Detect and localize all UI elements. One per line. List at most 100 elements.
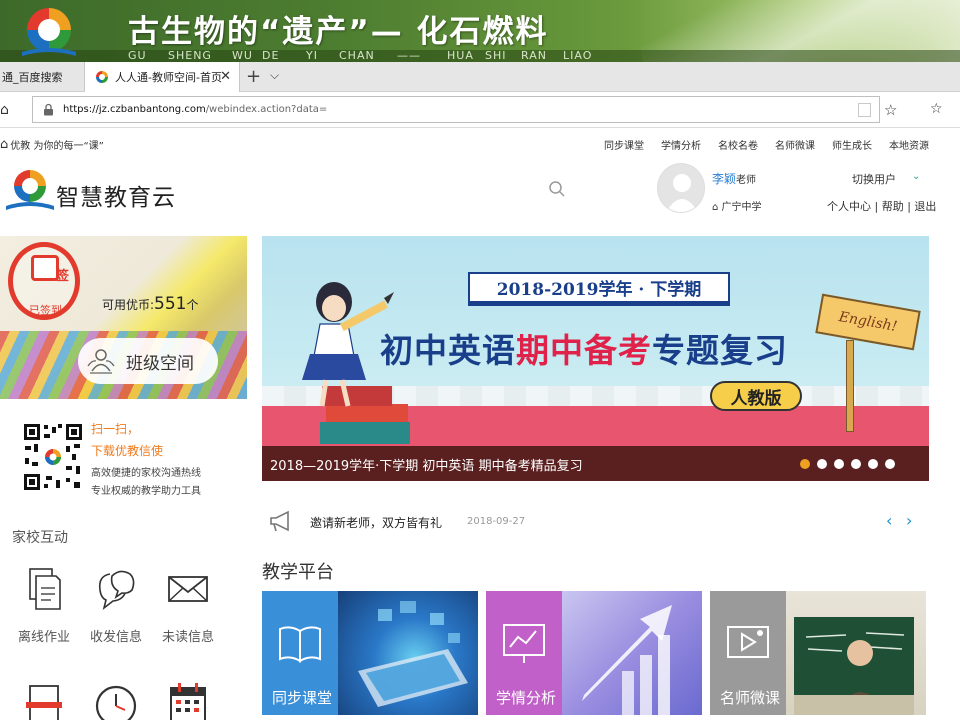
slogan: ⌂ 优教 为你的每一“课” bbox=[0, 137, 104, 152]
carousel-dot[interactable] bbox=[885, 459, 895, 469]
banner-edition: 人教版 bbox=[710, 381, 802, 411]
carousel-caption-bar: 2018—2019学年·下学期 初中英语 期中备考精品复习 bbox=[262, 446, 929, 481]
nav-link-learning-analysis[interactable]: 学情分析 bbox=[661, 137, 701, 152]
browser-tab-active[interactable]: 人人通-教师空间-首页 ✕ bbox=[85, 62, 240, 92]
user-name[interactable]: 李颖老师 bbox=[712, 170, 756, 187]
site-brand-name: 智慧教育云 bbox=[56, 185, 176, 211]
top-nav-links: 同步课堂 学情分析 名校名卷 名师微课 师生成长 本地资源 bbox=[604, 137, 946, 152]
qr-code-icon bbox=[22, 422, 84, 492]
signin-status: 已签到 bbox=[29, 304, 62, 317]
home-icon[interactable]: ⌂ bbox=[0, 102, 9, 118]
favorite-star-icon[interactable]: ☆ bbox=[884, 101, 897, 119]
url-field[interactable]: https://jz.czbanbantong.com/webindex.act… bbox=[32, 96, 880, 123]
video-player-icon bbox=[727, 626, 769, 658]
chevron-down-icon[interactable]: ⌄ bbox=[912, 171, 920, 182]
notice-date: 2018-09-27 bbox=[467, 516, 526, 527]
teacher-photo-icon bbox=[794, 617, 914, 715]
address-bar: ⌂ https://jz.czbanbantong.com/webindex.a… bbox=[0, 92, 960, 128]
chat-bubbles-icon bbox=[98, 570, 135, 611]
card-label: 学情分析 bbox=[496, 689, 557, 707]
tab-menu-chevron-icon[interactable]: ⌵ bbox=[270, 68, 279, 83]
qr-title-scan: 扫一扫， bbox=[91, 422, 140, 436]
signin-badge[interactable]: 签 已签到 bbox=[8, 242, 80, 320]
user-links[interactable]: 个人中心 | 帮助 | 退出 bbox=[827, 198, 936, 214]
calendar-icon bbox=[170, 683, 206, 720]
qr-description: 高效便捷的家校沟通热线 bbox=[91, 468, 201, 479]
notice-bar: 邀请新老师，双方皆有礼 2018-09-27 ‹ › bbox=[262, 502, 929, 542]
app-item-calendar[interactable] bbox=[152, 680, 224, 720]
platform-card-sync-class[interactable]: 同步课堂 bbox=[262, 591, 478, 715]
calendar-icon: 签 bbox=[31, 255, 69, 284]
search-icon[interactable] bbox=[548, 180, 566, 198]
class-group-icon bbox=[87, 349, 115, 374]
qr-description: 专业权威的教学助力工具 bbox=[91, 486, 201, 497]
app-item-clipboard[interactable] bbox=[8, 680, 80, 720]
coins-balance: 可用优币:551个 bbox=[102, 294, 199, 314]
home-icon[interactable]: ⌂ bbox=[0, 137, 8, 152]
carousel-caption: 2018—2019学年·下学期 初中英语 期中备考精品复习 bbox=[270, 459, 583, 474]
user-silhouette-icon bbox=[666, 174, 698, 212]
clipboard-icon bbox=[26, 685, 62, 720]
open-book-icon bbox=[279, 626, 321, 663]
app-offline-homework[interactable]: 离线作业 bbox=[8, 566, 80, 645]
nav-link-famous-papers[interactable]: 名校名卷 bbox=[718, 137, 758, 152]
app-unread-messages[interactable]: 未读信息 bbox=[152, 566, 224, 645]
user-school: ⌂ 广宁中学 bbox=[712, 202, 762, 213]
site-favicon-icon bbox=[96, 71, 108, 83]
section-title-teaching-platform: 教学平台 bbox=[262, 562, 334, 583]
browser-tab-baidu[interactable]: 通_百度搜索 bbox=[0, 62, 85, 92]
carousel-dot[interactable] bbox=[817, 459, 827, 469]
site-top-nav: ⌂ 优教 为你的每一“课” 同步课堂 学情分析 名校名卷 名师微课 师生成长 本… bbox=[0, 131, 960, 157]
site-logo-icon[interactable] bbox=[4, 166, 56, 212]
new-tab-button[interactable]: + bbox=[246, 66, 261, 87]
notice-next-button[interactable]: › bbox=[906, 511, 912, 530]
nav-link-growth[interactable]: 师生成长 bbox=[832, 137, 872, 152]
favorites-list-icon[interactable]: ☆ bbox=[930, 101, 943, 117]
platform-card-learning-analysis[interactable]: 学情分析 bbox=[486, 591, 702, 715]
house-icon: ⌂ bbox=[712, 202, 719, 213]
document-icon bbox=[29, 568, 61, 610]
nav-link-local-resources[interactable]: 本地资源 bbox=[889, 137, 929, 152]
presentation-board-icon bbox=[503, 624, 545, 663]
nav-link-sync-class[interactable]: 同步课堂 bbox=[604, 137, 644, 152]
slide-banner: 古生物的“遗产”— 化石燃料 GU SHENG WU DE YI CHAN ——… bbox=[0, 0, 960, 62]
reading-view-icon[interactable] bbox=[858, 103, 871, 117]
slide-logo-icon bbox=[22, 8, 76, 56]
qr-title-download[interactable]: 下载优教信使 bbox=[91, 442, 163, 459]
envelope-icon bbox=[168, 576, 208, 602]
megaphone-icon bbox=[270, 510, 289, 532]
carousel-dot[interactable] bbox=[800, 459, 810, 469]
card-label: 同步课堂 bbox=[272, 689, 333, 707]
slide-pinyin: GU SHENG WU DE YI CHAN —— HUA SHI RAN LI… bbox=[128, 49, 593, 62]
site-header: 智慧教育云 李颖老师 ⌂ 广宁中学 切换用户 ⌄ 个人中心 | 帮助 | 退出 bbox=[0, 158, 960, 230]
tablet-illustration-icon bbox=[358, 601, 468, 707]
avatar[interactable] bbox=[657, 163, 705, 213]
notice-prev-button[interactable]: ‹ bbox=[886, 511, 892, 530]
banner-headline: 初中英语期中备考专题复习 bbox=[380, 331, 788, 370]
url-text: https://jz.czbanbantong.com/webindex.act… bbox=[63, 104, 328, 115]
tab-label: 人人通-教师空间-首页 bbox=[115, 71, 222, 84]
notice-text[interactable]: 邀请新老师，双方皆有礼 bbox=[310, 514, 442, 531]
lock-icon bbox=[44, 103, 53, 116]
slide-title: 古生物的“遗产”— 化石燃料 bbox=[128, 14, 549, 50]
app-item-clock[interactable] bbox=[80, 680, 152, 720]
card-label: 名师微课 bbox=[720, 689, 781, 707]
clock-icon bbox=[95, 685, 137, 720]
section-title-home-school: 家校互动 bbox=[12, 530, 68, 546]
switch-user-button[interactable]: 切换用户 bbox=[852, 171, 896, 187]
carousel-dot[interactable] bbox=[868, 459, 878, 469]
class-space-button[interactable]: 班级空间 bbox=[78, 338, 218, 384]
signin-panel: 签 已签到 可用优币:551个 班级空间 bbox=[0, 236, 247, 399]
banner-semester: 2018-2019学年 · 下学期 bbox=[468, 272, 730, 306]
growth-chart-illustration-icon bbox=[582, 605, 672, 715]
close-tab-icon[interactable]: ✕ bbox=[220, 69, 231, 84]
app-send-receive-messages[interactable]: 收发信息 bbox=[80, 566, 152, 645]
platform-card-micro-lessons[interactable]: 名师微课 bbox=[710, 591, 926, 715]
carousel-dot[interactable] bbox=[851, 459, 861, 469]
carousel-dots bbox=[800, 459, 895, 469]
hero-carousel[interactable]: 2018-2019学年 · 下学期 初中英语期中备考专题复习 人教版 Engli… bbox=[262, 236, 929, 481]
nav-link-micro-lessons[interactable]: 名师微课 bbox=[775, 137, 815, 152]
browser-tab-bar: 通_百度搜索 人人通-教师空间-首页 ✕ + ⌵ bbox=[0, 62, 960, 92]
tab-label: 通_百度搜索 bbox=[2, 71, 63, 84]
carousel-dot[interactable] bbox=[834, 459, 844, 469]
